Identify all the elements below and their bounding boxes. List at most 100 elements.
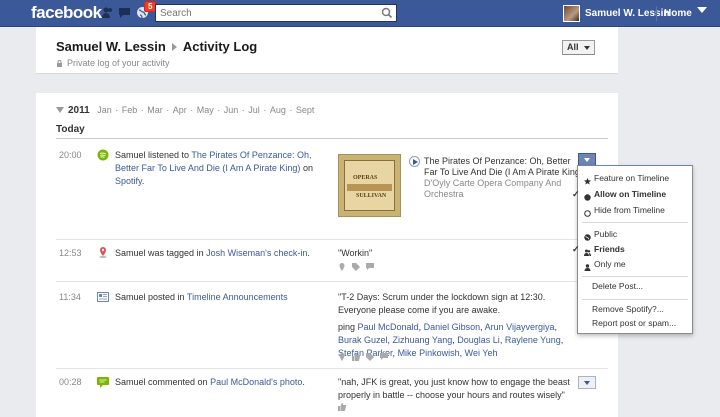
menu-item-allow[interactable]: ✓ Allow on Timeline (572, 187, 692, 202)
filter-dropdown-button[interactable]: All (562, 40, 595, 55)
location-icon (338, 262, 346, 271)
entry-description: Samuel listened to The Pirates Of Penzan… (115, 150, 313, 186)
month-link[interactable]: Jun (224, 105, 239, 115)
track-title[interactable]: The Pirates Of Penzance: Oh, Better Far … (424, 156, 583, 177)
entry-verb: was tagged in (148, 248, 204, 258)
search-icon[interactable] (381, 7, 393, 19)
checkin-link[interactable]: Josh Wiseman's check-in (206, 248, 307, 258)
month-link[interactable]: Jul (248, 105, 260, 115)
menu-item-public[interactable]: Public (578, 227, 692, 242)
facebook-logo[interactable]: facebook (31, 3, 102, 23)
search-box[interactable] (155, 4, 397, 22)
person-link[interactable]: Arun Vijayvergiya (485, 322, 555, 332)
friends-icon (584, 246, 591, 256)
entry-quote: "nah, JFK is great, you just know how to… (338, 377, 570, 400)
entry-description: Samuel posted in Timeline Announcements (115, 291, 335, 304)
menu-item-label: Feature on Timeline (594, 173, 670, 183)
entry-meta-icons (338, 402, 349, 412)
lock-icon (56, 59, 63, 67)
filter-label: All (567, 42, 579, 52)
album-art[interactable]: OPERAS SULLIVAN (338, 154, 401, 217)
entry-time: 20:00 (59, 150, 82, 160)
user-avatar[interactable] (563, 5, 580, 22)
menu-item-label: Allow on Timeline (594, 189, 667, 199)
entry-quote: "T-2 Days: Scrum under the lockdown sign… (338, 291, 570, 360)
chevron-down-icon (584, 158, 590, 162)
checkmark-icon: ✓ (572, 189, 580, 199)
year-navigation: 2011 Jan · Feb · Mar · Apr · May · Jun ·… (56, 105, 315, 116)
tag-icon (352, 262, 361, 271)
owner-name-link[interactable]: Samuel W. Lessin (56, 39, 166, 54)
month-link[interactable]: Mar (147, 105, 163, 115)
section-heading-today: Today (56, 124, 608, 139)
person-link[interactable]: Daniel Gibson (424, 322, 481, 332)
comment-icon[interactable] (366, 262, 375, 270)
month-link[interactable]: Feb (122, 105, 138, 115)
menu-item-label: Delete Post... (592, 281, 644, 291)
play-button[interactable] (409, 156, 420, 167)
entry-divider (56, 281, 608, 282)
group-post-icon (97, 291, 109, 303)
collapse-triangle-icon[interactable] (56, 107, 64, 113)
year-label[interactable]: 2011 (68, 105, 90, 116)
person-link[interactable]: Douglas Li (457, 335, 500, 345)
page-subtitle: Private log of your activity (56, 58, 170, 68)
entry-meta-icons (338, 262, 377, 272)
star-icon (584, 175, 591, 185)
person-icon (584, 261, 591, 271)
play-icon (413, 159, 418, 165)
tag-icon (366, 352, 375, 361)
activity-log-list: 2011 Jan · Feb · Mar · Apr · May · Jun ·… (36, 93, 618, 417)
entry-description: Samuel commented on Paul McDonald's phot… (115, 377, 305, 387)
group-link[interactable]: Timeline Announcements (187, 292, 288, 302)
entry-time: 12:53 (59, 248, 82, 258)
person-link[interactable]: Paul McDonald (358, 322, 419, 332)
entry-quote: "Workin" (338, 248, 373, 258)
menu-item-feature[interactable]: Feature on Timeline (578, 171, 692, 186)
album-art-band (347, 184, 392, 191)
friend-requests-icon[interactable] (101, 6, 114, 19)
person-link[interactable]: Raylene Yung (505, 335, 561, 345)
home-link[interactable]: Home (664, 8, 692, 19)
month-link[interactable]: May (197, 105, 214, 115)
month-link[interactable]: Aug (270, 105, 286, 115)
like-thumb-icon[interactable] (352, 352, 361, 361)
menu-divider (582, 222, 688, 223)
location-icon (338, 352, 346, 361)
top-bar-divider (656, 6, 657, 21)
menu-item-label: Public (594, 229, 618, 239)
search-input[interactable] (156, 5, 376, 21)
menu-item-label: Report post or spam... (592, 318, 677, 328)
entry-options-button[interactable] (578, 376, 596, 389)
activity-log-header: Samuel W. Lessin Activity Log Private log… (36, 27, 618, 74)
spotify-link[interactable]: Spotify (115, 176, 142, 186)
messages-icon[interactable] (118, 6, 131, 19)
track-artist: D'Oyly Carte Opera Company And Orchestra (424, 178, 562, 199)
person-link[interactable]: Wei Yeh (465, 348, 498, 358)
comment-bubble-icon (97, 376, 109, 388)
menu-item-friends[interactable]: ✓ Friends (572, 242, 692, 257)
empty-circle-icon (584, 207, 591, 217)
person-link[interactable]: Burak Guzel (338, 335, 388, 345)
menu-item-only-me[interactable]: Only me (578, 257, 692, 272)
filled-circle-icon (584, 191, 591, 201)
person-link[interactable]: Zizhuang Yang (393, 335, 453, 345)
chevron-down-icon (584, 381, 590, 385)
comment-icon[interactable] (380, 352, 389, 360)
menu-item-hide[interactable]: Hide from Timeline (578, 203, 692, 218)
month-link[interactable]: Apr (173, 105, 187, 115)
menu-item-delete[interactable]: Delete Post... (578, 279, 692, 294)
entry-time: 11:34 (59, 292, 81, 302)
breadcrumb-arrow-icon (171, 43, 177, 52)
entry-actor: Samuel (115, 248, 146, 258)
month-link[interactable]: Jan (97, 105, 112, 115)
menu-item-remove-app[interactable]: Remove Spotify?... (578, 302, 692, 317)
person-link[interactable]: Mike Pinkowish (398, 348, 460, 358)
entry-divider (56, 239, 608, 240)
menu-item-report[interactable]: Report post or spam... (578, 316, 692, 331)
account-menu-chevron-icon[interactable] (697, 7, 707, 13)
month-link[interactable]: Sept (296, 105, 315, 115)
menu-item-label: Only me (594, 259, 626, 269)
like-thumb-icon[interactable] (338, 402, 347, 411)
photo-link[interactable]: Paul McDonald's photo (210, 377, 302, 387)
